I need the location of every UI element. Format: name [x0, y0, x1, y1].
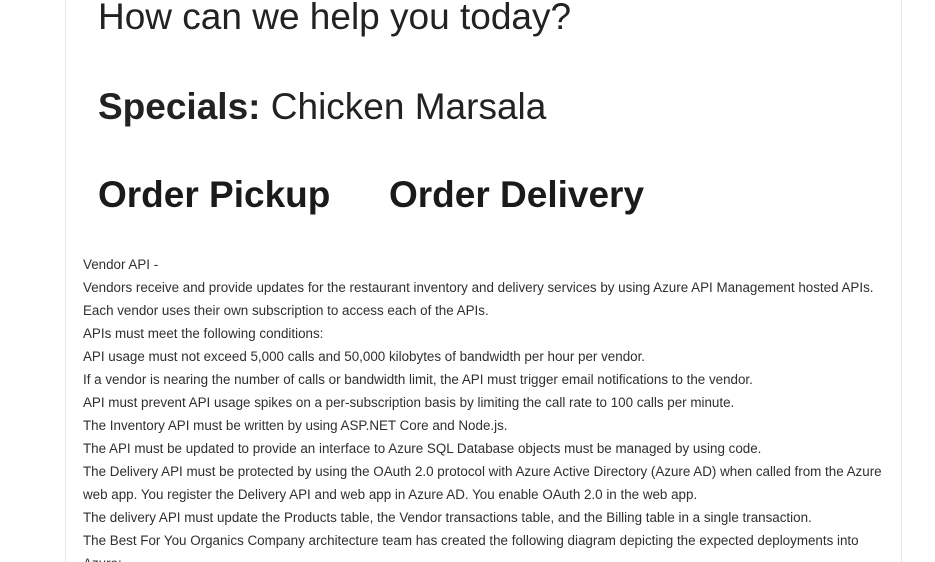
paragraph-vendor-api-title: Vendor API - — [83, 257, 159, 272]
paragraph-architecture-diagram: The Best For You Organics Company archit… — [83, 533, 859, 562]
paragraph-usage-limit: API usage must not exceed 5,000 calls an… — [83, 349, 646, 364]
mockup-heading: How can we help you today? — [98, 0, 572, 37]
mockup-order-delivery: Order Delivery — [389, 174, 645, 215]
paragraph-inventory-api: The Inventory API must be written by usi… — [83, 418, 508, 433]
app-mockup-image: How can we help you today? Specials: Chi… — [98, 0, 698, 230]
paragraph-delivery-api-oauth: The Delivery API must be protected by us… — [83, 464, 882, 502]
mockup-actions: Order Pickup Order Delivery — [98, 170, 644, 220]
mockup-specials-value: Chicken Marsala — [270, 86, 547, 127]
case-study-text: Vendor API - Vendors receive and provide… — [83, 253, 883, 562]
document-page: How can we help you today? Specials: Chi… — [0, 0, 935, 562]
paragraph-rate-limit: API must prevent API usage spikes on a p… — [83, 395, 735, 410]
paragraph-transaction: The delivery API must update the Product… — [83, 510, 812, 525]
paragraph-conditions-intro: APIs must meet the following conditions: — [83, 326, 324, 341]
paragraph-sql-interface: The API must be updated to provide an in… — [83, 441, 762, 456]
paragraph-email-notifications: If a vendor is nearing the number of cal… — [83, 372, 753, 387]
mockup-specials-label: Specials: — [98, 86, 261, 127]
mockup-order-pickup: Order Pickup — [98, 174, 331, 215]
mockup-specials: Specials: Chicken Marsala — [98, 82, 546, 132]
paragraph-vendor-updates: Vendors receive and provide updates for … — [83, 280, 874, 318]
